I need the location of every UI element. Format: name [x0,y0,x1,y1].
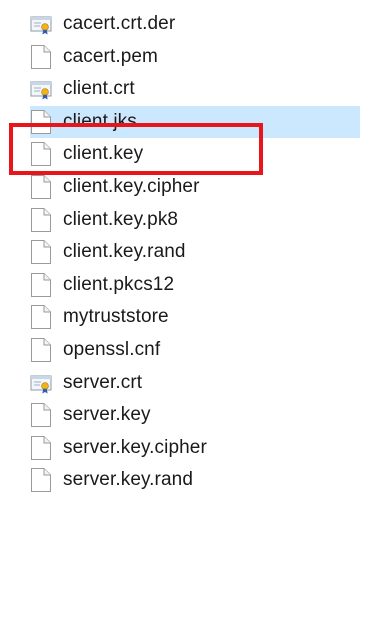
file-icon [30,337,52,363]
file-icon [30,304,52,330]
file-row[interactable]: server.key [30,399,360,431]
file-name-label: client.key.pk8 [63,208,179,230]
file-icon [30,109,52,135]
file-icon [30,272,52,298]
file-row[interactable]: client.key.cipher [30,171,360,203]
file-name-label: openssl.cnf [63,339,161,360]
file-name-label: client.pkcs12 [63,273,175,295]
file-name-label: server.crt [63,371,143,393]
file-row[interactable]: client.pkcs12 [30,269,360,301]
file-row[interactable]: server.key.rand [30,464,360,496]
file-icon [30,141,52,167]
file-icon [30,467,52,493]
file-row[interactable]: cacert.crt.der [30,8,360,40]
file-name-label: cacert.pem [63,45,158,67]
file-row[interactable]: openssl.cnf [30,334,360,366]
file-name-label: client.key [63,143,144,165]
file-icon [30,402,52,428]
file-list: cacert.crt.der cacert.pem client.crt client… [0,0,378,626]
file-name-label: server.key [63,404,151,426]
file-name-label: client.key.rand [63,241,186,263]
file-row[interactable]: mytruststore [30,301,360,333]
file-row[interactable]: client.key.rand [30,236,360,268]
file-name-label: mytruststore [63,306,169,328]
file-icon [30,239,52,265]
file-name-label: server.key.cipher [63,436,207,458]
file-name-label: server.key.rand [63,469,193,491]
file-row[interactable]: server.crt [30,367,360,399]
file-name-label: cacert.crt.der [63,13,176,34]
file-row[interactable]: client.jks [30,105,360,138]
certificate-icon [30,11,52,37]
file-row[interactable]: client.key.pk8 [30,204,360,236]
file-name-label: client.key.cipher [63,176,200,197]
file-icon [30,44,52,70]
file-row[interactable]: client.crt [30,73,360,105]
file-name-label: client.jks [63,110,137,132]
certificate-icon [30,76,52,102]
file-icon [30,174,52,200]
file-icon [30,435,52,461]
file-row[interactable]: server.key.cipher [30,432,360,464]
file-icon [30,207,52,233]
file-name-label: client.crt [63,78,135,100]
file-row[interactable]: client.key [30,138,360,170]
file-row[interactable]: cacert.pem [30,41,360,73]
certificate-icon [30,370,52,396]
